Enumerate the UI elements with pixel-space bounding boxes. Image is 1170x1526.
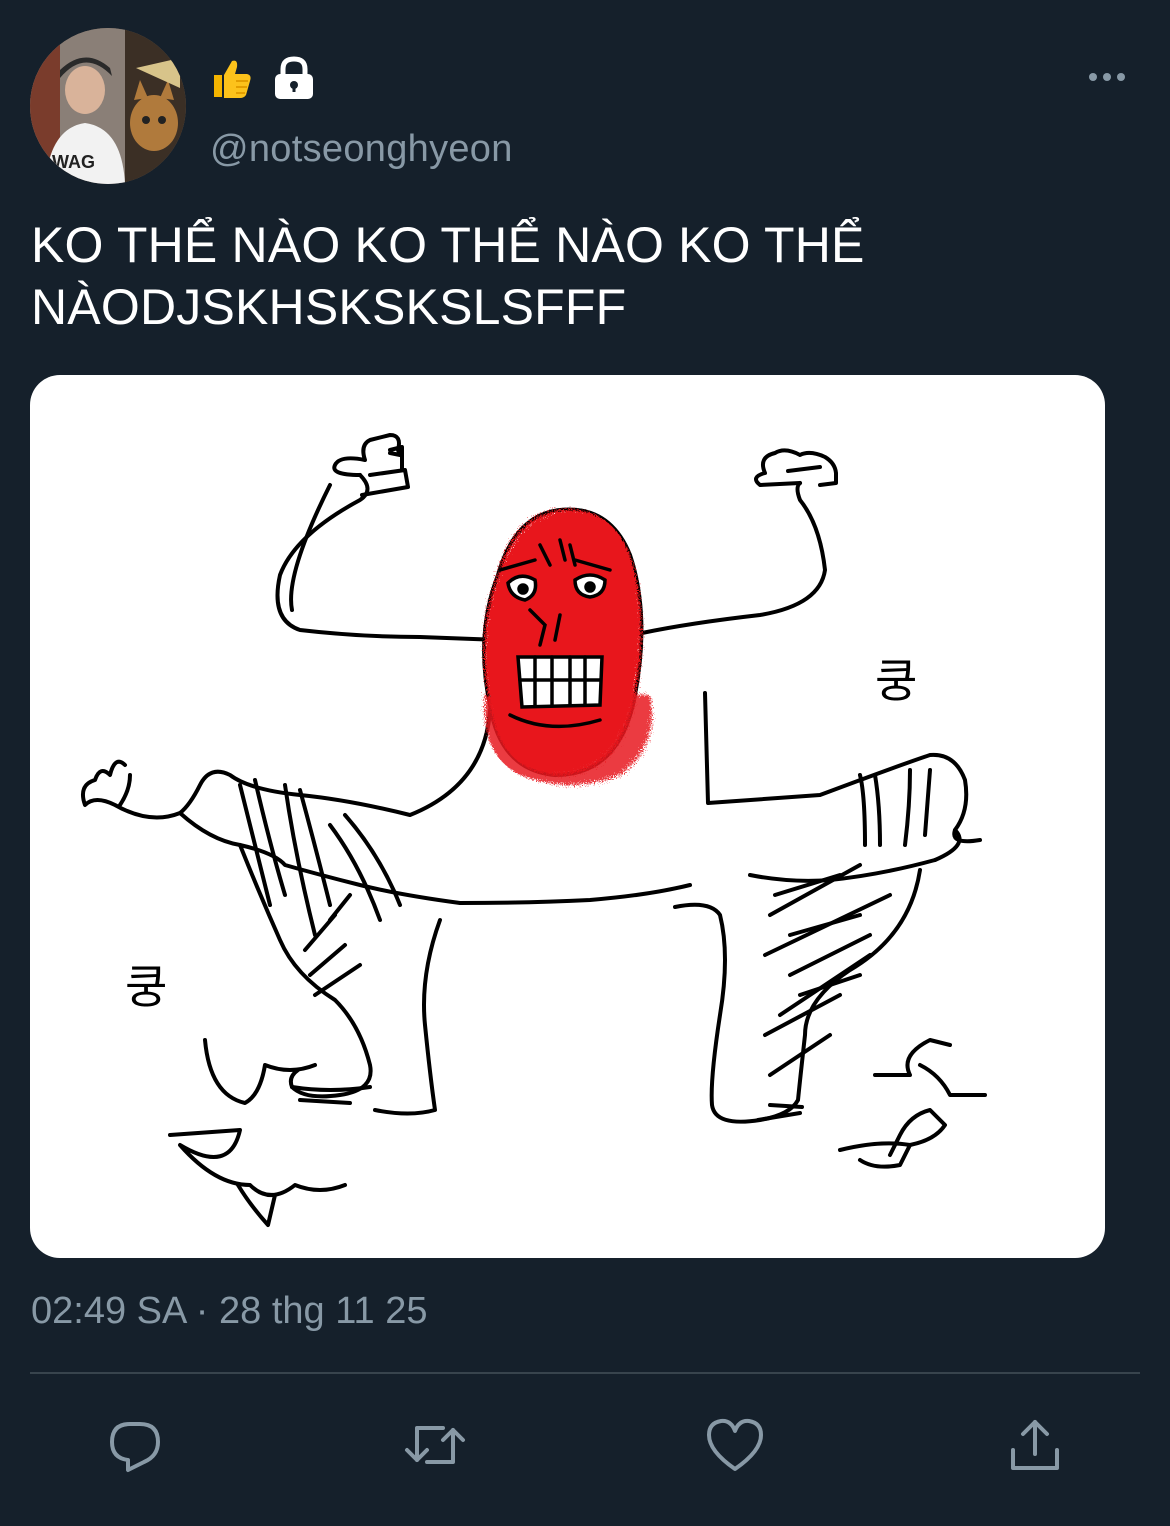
more-options-button[interactable] — [1084, 64, 1130, 90]
retweet-button[interactable] — [400, 1410, 470, 1480]
meme-drawing: 쿵 쿵 — [81, 433, 987, 1227]
more-icon — [1089, 73, 1125, 81]
divider — [30, 1372, 1140, 1374]
thumbs-up-icon — [208, 55, 254, 101]
retweet-icon — [405, 1426, 465, 1464]
lock-icon — [272, 55, 316, 101]
sound-effect-label-left: 쿵 — [125, 960, 167, 1014]
share-icon — [1011, 1420, 1059, 1470]
svg-text:WAG: WAG — [52, 152, 95, 172]
reply-button[interactable] — [100, 1410, 170, 1480]
share-button[interactable] — [1000, 1410, 1070, 1480]
sound-effect-label-right: 쿵 — [875, 654, 917, 708]
tweet-media-image[interactable]: 쿵 쿵 — [30, 375, 1105, 1258]
like-button[interactable] — [700, 1410, 770, 1480]
like-icon — [707, 1418, 763, 1471]
tweet-text: KO THỂ NÀO KO THỂ NÀO KO THỂ NÀODJSKHSKS… — [31, 217, 865, 335]
avatar[interactable]: WAG — [30, 28, 186, 184]
username-handle[interactable]: @notseonghyeon — [210, 128, 513, 171]
display-name[interactable] — [208, 50, 316, 106]
reply-icon — [110, 1422, 160, 1472]
tweet-timestamp[interactable]: 02:49 SA · 28 thg 11 25 — [31, 1290, 428, 1333]
